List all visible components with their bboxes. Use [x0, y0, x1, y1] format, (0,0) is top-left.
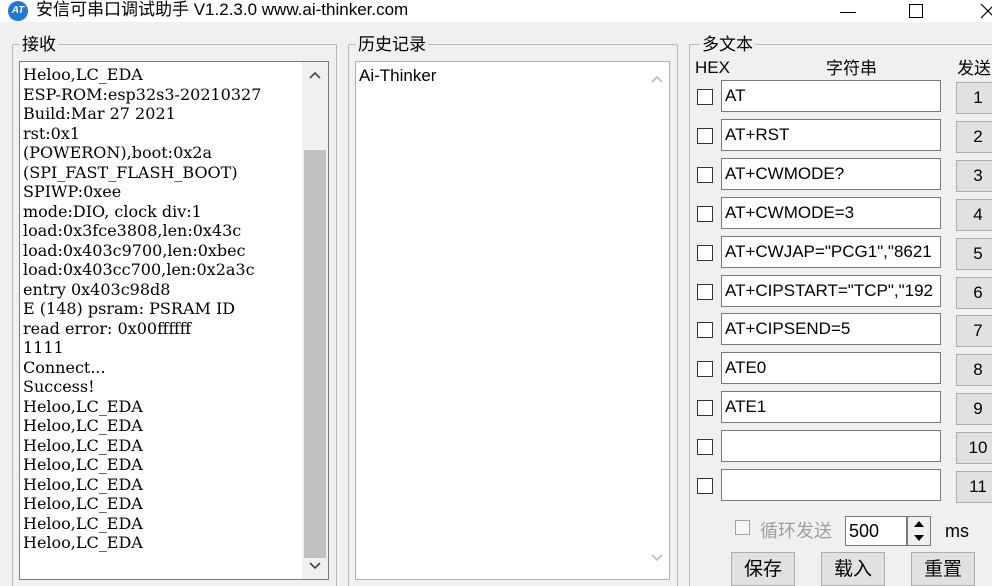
title-bar: AT 安信可串口调试助手 V1.2.3.0 www.ai-thinker.com: [0, 0, 992, 22]
receive-content: Heloo,LC_EDA ESP-ROM:esp32s3-20210327 Buil…: [23, 65, 301, 553]
receive-group-label: 接收: [20, 35, 58, 54]
receive-line: Heloo,LC_EDA: [23, 396, 143, 416]
send-button[interactable]: 2: [956, 120, 992, 153]
minimize-icon: [840, 11, 856, 13]
send-button[interactable]: 3: [956, 159, 992, 192]
receive-line: Success!: [23, 377, 95, 396]
send-button[interactable]: 11: [956, 471, 992, 503]
chevron-down-icon: [309, 562, 321, 570]
send-button[interactable]: 10: [956, 432, 992, 465]
scroll-down-arrow[interactable]: [302, 553, 328, 579]
hex-checkbox[interactable]: [697, 283, 713, 300]
send-button[interactable]: 1: [956, 82, 992, 114]
window-title: 安信可串口调试助手 V1.2.3.0 www.ai-thinker.com: [36, 0, 409, 19]
string-input[interactable]: [721, 430, 941, 463]
reset-button[interactable]: 重置: [911, 552, 975, 586]
send-button[interactable]: 8: [956, 354, 992, 387]
hex-checkbox[interactable]: [697, 166, 713, 183]
send-button[interactable]: 9: [956, 393, 992, 426]
hex-checkbox[interactable]: [697, 478, 713, 494]
close-button[interactable]: [958, 0, 992, 22]
spin-down-button[interactable]: [908, 531, 930, 545]
receive-line: Heloo,LC_EDA: [23, 533, 143, 552]
maximize-button[interactable]: [886, 0, 946, 22]
receive-line: mode:DIO, clock div:1: [23, 201, 202, 221]
receive-line: Heloo,LC_EDA: [23, 65, 143, 84]
send-button[interactable]: 6: [956, 276, 992, 309]
history-scroll-down-arrow[interactable]: [651, 549, 663, 567]
send-button[interactable]: 5: [956, 237, 992, 270]
string-column-header: 字符串: [826, 59, 877, 78]
history-item[interactable]: Ai-Thinker: [359, 66, 436, 86]
receive-line: SPIWP:0xee: [23, 182, 122, 201]
receive-line: load:0x403cc700,len:0x2a3c: [23, 260, 255, 279]
app-logo-icon: AT: [8, 1, 28, 21]
string-input[interactable]: AT+CIPSEND=5: [721, 313, 941, 346]
hex-checkbox[interactable]: [697, 127, 713, 144]
chevron-up-icon: [309, 71, 321, 79]
history-list[interactable]: Ai-Thinker: [355, 61, 670, 580]
send-button[interactable]: 7: [956, 315, 992, 348]
maximize-icon: [909, 4, 923, 18]
receive-line: Heloo,LC_EDA: [23, 474, 143, 494]
receive-line: Heloo,LC_EDA: [23, 513, 143, 533]
send-button[interactable]: 4: [956, 198, 992, 231]
hex-checkbox[interactable]: [697, 89, 713, 105]
receive-line: Heloo,LC_EDA: [23, 416, 143, 435]
string-input[interactable]: ATE1: [721, 391, 941, 424]
string-input[interactable]: AT+CWMODE?: [721, 157, 941, 190]
close-icon: [980, 3, 992, 19]
interval-unit-label: ms: [945, 521, 969, 541]
load-button[interactable]: 载入: [821, 552, 885, 586]
receive-scrollbar[interactable]: [302, 62, 328, 579]
receive-line: load:0x403c9700,len:0xbec: [23, 240, 246, 260]
chevron-up-icon: [651, 75, 663, 83]
scroll-up-arrow[interactable]: [302, 62, 328, 88]
receive-line: ESP-ROM:esp32s3-20210327: [23, 84, 262, 104]
spin-up-button[interactable]: [908, 517, 930, 531]
receive-line: Heloo,LC_EDA: [23, 494, 143, 513]
triangle-up-icon: [914, 521, 924, 527]
multi-text-group-label: 多文本: [700, 35, 755, 54]
hex-column-header: HEX: [695, 58, 730, 77]
receive-line: load:0x3fce3808,len:0x43c: [23, 221, 242, 240]
history-scroll-up-arrow[interactable]: [651, 70, 663, 88]
minimize-button[interactable]: [818, 0, 878, 22]
hex-checkbox[interactable]: [697, 205, 713, 222]
loop-send-label: 循环发送: [760, 521, 832, 541]
hex-checkbox[interactable]: [697, 400, 713, 417]
string-input[interactable]: AT+CWJAP="PCG1","8621: [721, 235, 941, 268]
receive-line: (POWERON),boot:0x2a: [23, 143, 212, 162]
receive-line: 1111: [23, 338, 64, 357]
receive-line: Connect...: [23, 357, 106, 377]
receive-line: E (148) psram: PSRAM ID: [23, 299, 236, 318]
string-input[interactable]: AT+CWMODE=3: [721, 196, 941, 229]
hex-checkbox[interactable]: [697, 322, 713, 339]
receive-line: entry 0x403c98d8: [23, 279, 171, 299]
string-input[interactable]: [721, 469, 941, 501]
receive-line: Heloo,LC_EDA: [23, 455, 143, 474]
string-input[interactable]: ATE0: [721, 352, 941, 385]
receive-line: Heloo,LC_EDA: [23, 435, 143, 455]
send-column-header: 发送: [957, 59, 991, 78]
history-group-label: 历史记录: [356, 35, 428, 54]
receive-line: rst:0x1: [23, 123, 81, 143]
string-input[interactable]: AT: [721, 80, 941, 112]
chevron-down-icon: [651, 554, 663, 562]
hex-checkbox[interactable]: [697, 244, 713, 261]
receive-line: Build:Mar 27 2021: [23, 104, 176, 123]
receive-line: read error: 0x00ffffff: [23, 318, 192, 338]
loop-send-checkbox[interactable]: [735, 520, 750, 535]
receive-line: (SPI_FAST_FLASH_BOOT): [23, 162, 238, 182]
interval-spinner[interactable]: [907, 516, 931, 546]
receive-textarea[interactable]: Heloo,LC_EDA ESP-ROM:esp32s3-20210327 Buil…: [19, 61, 329, 580]
scroll-thumb[interactable]: [304, 150, 326, 558]
triangle-down-icon: [914, 535, 924, 541]
save-button[interactable]: 保存: [731, 552, 795, 586]
interval-input[interactable]: 500: [845, 516, 907, 546]
string-input[interactable]: AT+RST: [721, 118, 941, 151]
hex-checkbox[interactable]: [697, 439, 713, 456]
string-input[interactable]: AT+CIPSTART="TCP","192: [721, 274, 941, 307]
hex-checkbox[interactable]: [697, 361, 713, 378]
